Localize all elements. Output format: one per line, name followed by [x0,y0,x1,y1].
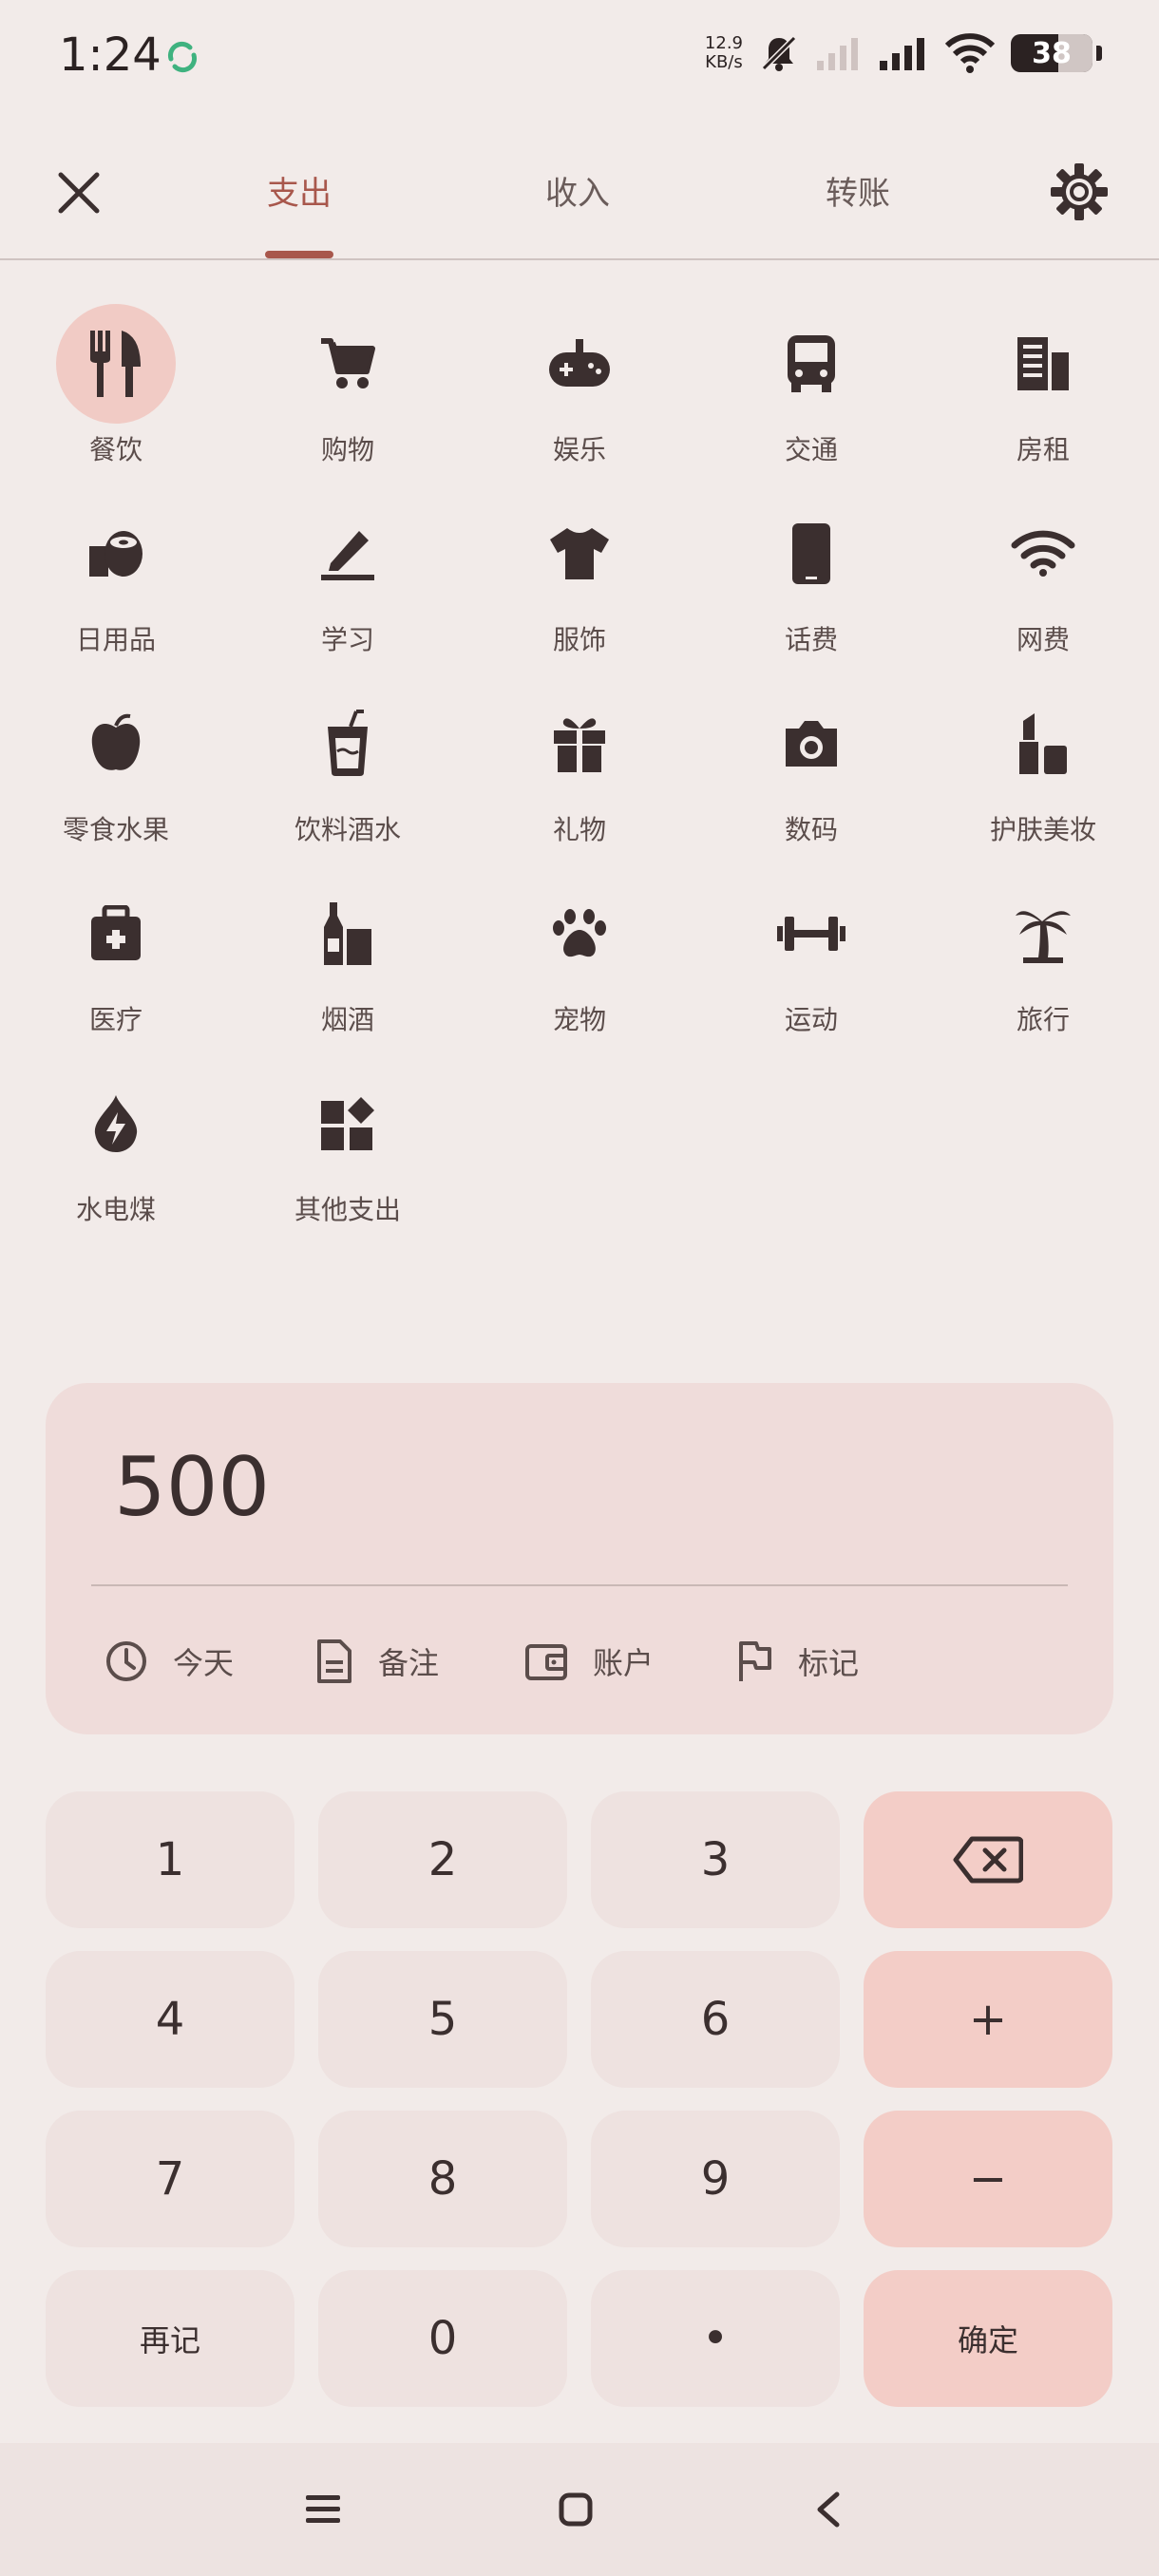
flag-icon [739,1641,771,1681]
amount-display[interactable]: 500 [114,1440,270,1535]
status-time: 1:24 [59,28,162,82]
apple-icon [91,713,141,770]
key-2[interactable]: 2 [318,1791,567,1928]
key-5[interactable]: 5 [318,1951,567,2088]
category-daily-goods[interactable]: 日用品 [0,494,232,684]
category-cosmetics[interactable]: 护肤美妆 [927,684,1159,874]
category-phone-bill[interactable]: 话费 [695,494,927,684]
key-8[interactable]: 8 [318,2111,567,2247]
battery-icon: 38 [1011,34,1092,72]
category-tobacco-alcohol[interactable]: 烟酒 [232,874,464,1064]
wifi-status-icon [944,33,996,73]
key-3[interactable]: 3 [591,1791,840,1928]
category-utilities[interactable]: 水电煤 [0,1064,232,1254]
status-bar: 1:24 12.9 KB/s 38 [0,0,1159,114]
home-square-icon [559,2492,593,2527]
tissue-roll-icon [89,531,142,577]
tab-indicator [265,251,333,258]
gift-icon [554,718,605,772]
building-icon [1017,337,1069,390]
note-option[interactable]: 备注 [315,1639,439,1683]
category-study[interactable]: 学习 [232,494,464,684]
category-digital[interactable]: 数码 [695,684,927,874]
category-sports[interactable]: 运动 [695,874,927,1064]
category-rent[interactable]: 房租 [927,304,1159,494]
sync-icon [167,41,198,73]
record-again-button[interactable]: 再记 [46,2270,294,2407]
wallet-icon [525,1644,567,1680]
close-button[interactable] [48,161,110,224]
menu-nav-button[interactable] [293,2479,353,2540]
category-other[interactable]: 其他支出 [232,1064,464,1254]
category-travel[interactable]: 旅行 [927,874,1159,1064]
account-option[interactable]: 账户 [524,1639,654,1683]
date-option[interactable]: 今天 [104,1639,234,1683]
key-9[interactable]: 9 [591,2111,840,2247]
category-snacks-fruit[interactable]: 零食水果 [0,684,232,874]
back-nav-button[interactable] [798,2479,859,2540]
clock-icon [106,1641,146,1681]
wifi-icon [1011,530,1075,577]
lipstick-icon [1019,713,1067,774]
camera-icon [786,721,837,767]
system-nav-bar [0,2443,1159,2576]
category-gifts[interactable]: 礼物 [464,684,695,874]
panel-divider [91,1584,1068,1586]
category-drinks[interactable]: 饮料酒水 [232,684,464,874]
net-speed: 12.9 KB/s [704,33,743,72]
key-7[interactable]: 7 [46,2111,294,2247]
home-nav-button[interactable] [545,2479,606,2540]
plus-button[interactable]: + [864,1951,1112,2088]
gear-icon [1051,163,1108,220]
medical-kit-icon [91,905,141,960]
category-medical[interactable]: 医疗 [0,874,232,1064]
back-chevron-icon [817,2491,840,2528]
category-dining[interactable]: 餐饮 [0,304,232,494]
tag-option[interactable]: 标记 [735,1639,859,1683]
tab-transfer[interactable]: 转账 [787,167,929,214]
key-1[interactable]: 1 [46,1791,294,1928]
settings-button[interactable] [1043,156,1115,228]
decimal-key[interactable]: • [591,2270,840,2407]
palm-tree-icon [1016,911,1071,963]
paw-icon [553,909,606,957]
confirm-button[interactable]: 确定 [864,2270,1112,2407]
fork-knife-icon [90,331,141,397]
dumbbell-icon [777,917,846,951]
widgets-icon [321,1097,374,1150]
pen-icon [321,531,374,580]
key-4[interactable]: 4 [46,1951,294,2088]
tshirt-icon [550,528,609,579]
tab-expense[interactable]: 支出 [228,167,370,214]
category-shopping[interactable]: 购物 [232,304,464,494]
signal-icon [880,38,924,70]
category-pets[interactable]: 宠物 [464,874,695,1064]
menu-icon [306,2495,340,2523]
key-0[interactable]: 0 [318,2270,567,2407]
category-transport[interactable]: 交通 [695,304,927,494]
backspace-button[interactable] [864,1791,1112,1928]
gamepad-icon [549,339,610,387]
top-bar: 支出 收入 转账 [0,133,1159,260]
mute-bell-icon [761,35,797,71]
signal-faint-icon [817,38,858,70]
backspace-icon [953,1836,1023,1884]
key-6[interactable]: 6 [591,1951,840,2088]
phone-icon [792,523,830,584]
drink-cup-icon [328,710,368,776]
category-internet[interactable]: 网费 [927,494,1159,684]
minus-button[interactable]: − [864,2111,1112,2247]
note-icon [317,1639,352,1683]
tab-income[interactable]: 收入 [506,167,649,214]
close-icon [58,172,100,214]
utility-drop-icon [94,1095,138,1152]
bottle-icon [324,902,371,965]
category-entertainment[interactable]: 娱乐 [464,304,695,494]
cart-icon [321,338,375,388]
bus-icon [788,335,835,392]
category-clothing[interactable]: 服饰 [464,494,695,684]
amount-panel: 500 今天 备注 账户 标记 [46,1383,1113,1734]
